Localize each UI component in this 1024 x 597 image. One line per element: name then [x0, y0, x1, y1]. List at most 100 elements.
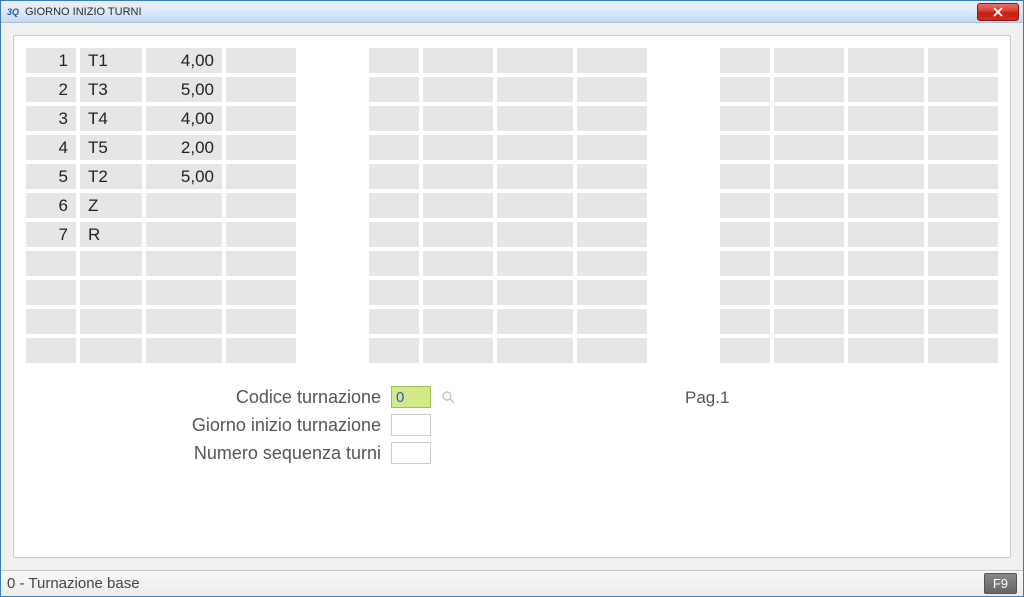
- grid-cell[interactable]: [226, 48, 296, 73]
- grid-cell[interactable]: [80, 280, 142, 305]
- grid-cell[interactable]: 1: [26, 48, 76, 73]
- grid-cell[interactable]: [577, 48, 647, 73]
- grid-cell[interactable]: [577, 106, 647, 131]
- grid-cell[interactable]: [928, 338, 998, 363]
- grid-cell[interactable]: [369, 77, 419, 102]
- grid-cell[interactable]: [423, 280, 493, 305]
- grid-cell[interactable]: [497, 106, 573, 131]
- grid-cell[interactable]: [146, 309, 222, 334]
- grid-cell[interactable]: [577, 338, 647, 363]
- grid-cell[interactable]: [577, 309, 647, 334]
- grid-cell[interactable]: Z: [80, 193, 142, 218]
- grid-cell[interactable]: R: [80, 222, 142, 247]
- grid-cell[interactable]: [928, 135, 998, 160]
- grid-cell[interactable]: [928, 280, 998, 305]
- grid-cell[interactable]: [226, 280, 296, 305]
- grid-cell[interactable]: [80, 309, 142, 334]
- grid-cell[interactable]: [423, 135, 493, 160]
- grid-cell[interactable]: [497, 309, 573, 334]
- grid-cell[interactable]: [80, 338, 142, 363]
- grid-cell[interactable]: [577, 193, 647, 218]
- grid-cell[interactable]: [497, 135, 573, 160]
- grid-cell[interactable]: [848, 251, 924, 276]
- grid-cell[interactable]: [928, 193, 998, 218]
- input-codice[interactable]: [391, 386, 431, 408]
- grid-cell[interactable]: [423, 338, 493, 363]
- grid-cell[interactable]: [774, 106, 844, 131]
- grid-cell[interactable]: [577, 251, 647, 276]
- grid-cell[interactable]: [497, 280, 573, 305]
- grid-cell[interactable]: [774, 280, 844, 305]
- grid-cell[interactable]: [26, 251, 76, 276]
- grid-cell[interactable]: [497, 77, 573, 102]
- grid-cell[interactable]: [774, 135, 844, 160]
- grid-cell[interactable]: [774, 48, 844, 73]
- grid-cell[interactable]: [848, 309, 924, 334]
- grid-cell[interactable]: 4,00: [146, 106, 222, 131]
- grid-cell[interactable]: [497, 222, 573, 247]
- grid-cell[interactable]: [26, 309, 76, 334]
- grid-cell[interactable]: 5,00: [146, 164, 222, 189]
- grid-cell[interactable]: 2,00: [146, 135, 222, 160]
- grid-cell[interactable]: [146, 222, 222, 247]
- grid-cell[interactable]: [369, 193, 419, 218]
- grid-cell[interactable]: [497, 164, 573, 189]
- grid-cell[interactable]: [774, 77, 844, 102]
- grid-cell[interactable]: [26, 338, 76, 363]
- grid-cell[interactable]: [577, 135, 647, 160]
- grid-cell[interactable]: [774, 164, 844, 189]
- grid-cell[interactable]: [226, 222, 296, 247]
- grid-cell[interactable]: [720, 280, 770, 305]
- grid-cell[interactable]: [226, 164, 296, 189]
- grid-cell[interactable]: [369, 309, 419, 334]
- grid-cell[interactable]: [848, 164, 924, 189]
- grid-cell[interactable]: [369, 280, 419, 305]
- grid-cell[interactable]: [423, 164, 493, 189]
- input-giorno[interactable]: [391, 414, 431, 436]
- grid-cell[interactable]: T3: [80, 77, 142, 102]
- grid-cell[interactable]: [146, 338, 222, 363]
- grid-cell[interactable]: [146, 193, 222, 218]
- grid-cell[interactable]: [226, 135, 296, 160]
- grid-cell[interactable]: [848, 48, 924, 73]
- grid-cell[interactable]: [720, 309, 770, 334]
- grid-cell[interactable]: [577, 280, 647, 305]
- grid-cell[interactable]: [497, 338, 573, 363]
- grid-cell[interactable]: [720, 135, 770, 160]
- grid-cell[interactable]: [928, 106, 998, 131]
- grid-cell[interactable]: [80, 251, 142, 276]
- grid-cell[interactable]: [720, 77, 770, 102]
- grid-cell[interactable]: T1: [80, 48, 142, 73]
- grid-cell[interactable]: [928, 309, 998, 334]
- grid-cell[interactable]: [497, 48, 573, 73]
- grid-cell[interactable]: 2: [26, 77, 76, 102]
- grid-cell[interactable]: [774, 338, 844, 363]
- grid-cell[interactable]: [423, 77, 493, 102]
- grid-cell[interactable]: [369, 338, 419, 363]
- grid-cell[interactable]: [577, 164, 647, 189]
- grid-cell[interactable]: [848, 135, 924, 160]
- close-button[interactable]: [977, 3, 1019, 21]
- grid-cell[interactable]: [720, 164, 770, 189]
- grid-cell[interactable]: [577, 77, 647, 102]
- grid-cell[interactable]: [720, 193, 770, 218]
- grid-cell[interactable]: [226, 251, 296, 276]
- input-numero[interactable]: [391, 442, 431, 464]
- grid-cell[interactable]: [423, 222, 493, 247]
- grid-cell[interactable]: [369, 251, 419, 276]
- grid-cell[interactable]: [720, 48, 770, 73]
- grid-cell[interactable]: [928, 164, 998, 189]
- grid-cell[interactable]: [928, 251, 998, 276]
- search-icon[interactable]: [441, 390, 455, 404]
- grid-cell[interactable]: 7: [26, 222, 76, 247]
- grid-cell[interactable]: T4: [80, 106, 142, 131]
- grid-cell[interactable]: [848, 222, 924, 247]
- grid-cell[interactable]: [928, 222, 998, 247]
- grid-cell[interactable]: [146, 280, 222, 305]
- grid-cell[interactable]: [226, 77, 296, 102]
- grid-cell[interactable]: [848, 193, 924, 218]
- grid-cell[interactable]: [848, 280, 924, 305]
- grid-cell[interactable]: [848, 77, 924, 102]
- grid-cell[interactable]: [577, 222, 647, 247]
- grid-cell[interactable]: [423, 193, 493, 218]
